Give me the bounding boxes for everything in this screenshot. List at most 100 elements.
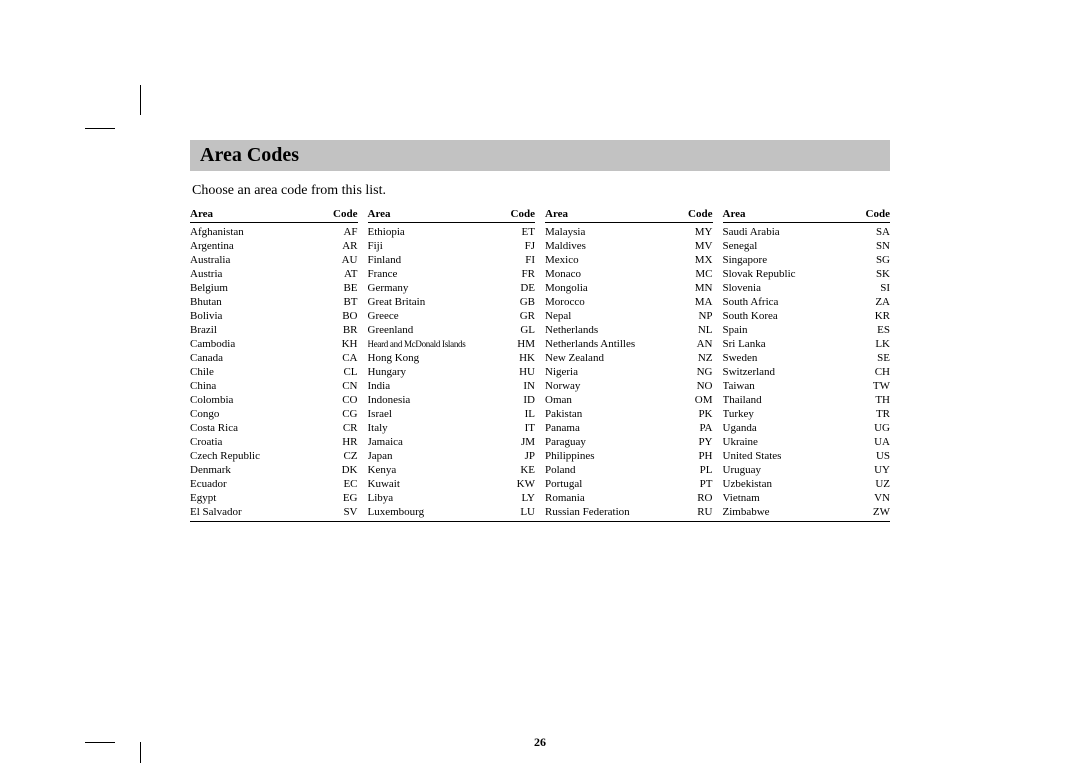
area-name: Turkey — [723, 407, 861, 421]
table-row: ThailandTH — [723, 393, 891, 407]
area-name: Finland — [368, 253, 506, 267]
area-name: Philippines — [545, 449, 683, 463]
area-code: SV — [328, 505, 358, 519]
area-code: BE — [328, 281, 358, 295]
area-name: Singapore — [723, 253, 861, 267]
table-row: Slovak RepublicSK — [723, 267, 891, 281]
area-name: Maldives — [545, 239, 683, 253]
area-name: Netherlands Antilles — [545, 337, 683, 351]
area-code: PL — [683, 463, 713, 477]
area-name: Pakistan — [545, 407, 683, 421]
area-name: Mongolia — [545, 281, 683, 295]
table-row: HungaryHU — [368, 365, 536, 379]
area-name: United States — [723, 449, 861, 463]
column-header: AreaCode — [190, 207, 358, 223]
area-name: Libya — [368, 491, 506, 505]
area-code: KH — [328, 337, 358, 351]
header-code: Code — [328, 207, 358, 221]
area-name: Bolivia — [190, 309, 328, 323]
area-code-table: AreaCodeAfghanistanAFArgentinaARAustrali… — [190, 207, 890, 522]
table-row: CroatiaHR — [190, 435, 358, 449]
table-row: United StatesUS — [723, 449, 891, 463]
table-row: NorwayNO — [545, 379, 713, 393]
area-code: ZW — [860, 505, 890, 519]
area-name: Costa Rica — [190, 421, 328, 435]
area-name: Saudi Arabia — [723, 225, 861, 239]
area-name: Poland — [545, 463, 683, 477]
area-code: AR — [328, 239, 358, 253]
table-row: AustraliaAU — [190, 253, 358, 267]
table-row: EgyptEG — [190, 491, 358, 505]
area-code: CL — [328, 365, 358, 379]
table-row: GreenlandGL — [368, 323, 536, 337]
area-name: Slovenia — [723, 281, 861, 295]
header-area: Area — [368, 207, 506, 221]
table-row: IndonesiaID — [368, 393, 536, 407]
area-name: France — [368, 267, 506, 281]
area-code: FR — [505, 267, 535, 281]
table-row: MexicoMX — [545, 253, 713, 267]
area-code-column: AreaCodeAfghanistanAFArgentinaARAustrali… — [190, 207, 358, 519]
table-row: SloveniaSI — [723, 281, 891, 295]
table-row: CambodiaKH — [190, 337, 358, 351]
area-name: Romania — [545, 491, 683, 505]
area-code: LY — [505, 491, 535, 505]
area-name: Austria — [190, 267, 328, 281]
table-row: Czech RepublicCZ — [190, 449, 358, 463]
area-name: Great Britain — [368, 295, 506, 309]
area-name: Heard and McDonald Islands — [368, 337, 506, 351]
area-code: SA — [860, 225, 890, 239]
page-number: 26 — [0, 735, 1080, 750]
table-row: LuxembourgLU — [368, 505, 536, 519]
area-name: Mexico — [545, 253, 683, 267]
area-code: GL — [505, 323, 535, 337]
area-code: TR — [860, 407, 890, 421]
table-row: CongoCG — [190, 407, 358, 421]
table-row: PolandPL — [545, 463, 713, 477]
area-name: Ukraine — [723, 435, 861, 449]
area-name: Japan — [368, 449, 506, 463]
table-row: DenmarkDK — [190, 463, 358, 477]
table-row: ZimbabweZW — [723, 505, 891, 519]
area-name: Germany — [368, 281, 506, 295]
table-row: CanadaCA — [190, 351, 358, 365]
table-row: FranceFR — [368, 267, 536, 281]
area-name: Russian Federation — [545, 505, 683, 519]
area-name: China — [190, 379, 328, 393]
area-name: Uzbekistan — [723, 477, 861, 491]
area-name: Sri Lanka — [723, 337, 861, 351]
area-code: AF — [328, 225, 358, 239]
column-header: AreaCode — [368, 207, 536, 223]
table-row: EcuadorEC — [190, 477, 358, 491]
area-name: Ecuador — [190, 477, 328, 491]
table-row: EthiopiaET — [368, 225, 536, 239]
area-code: NL — [683, 323, 713, 337]
area-code: PA — [683, 421, 713, 435]
crop-mark — [85, 128, 115, 129]
table-row: FinlandFI — [368, 253, 536, 267]
area-name: India — [368, 379, 506, 393]
area-name: Greenland — [368, 323, 506, 337]
area-name: Greece — [368, 309, 506, 323]
area-code: MV — [683, 239, 713, 253]
page-content: Area Codes Choose an area code from this… — [190, 140, 890, 522]
area-code: UA — [860, 435, 890, 449]
area-code: MA — [683, 295, 713, 309]
table-row: ArgentinaAR — [190, 239, 358, 253]
area-name: Bhutan — [190, 295, 328, 309]
area-code: JP — [505, 449, 535, 463]
area-name: Morocco — [545, 295, 683, 309]
area-code: MC — [683, 267, 713, 281]
table-row: BrazilBR — [190, 323, 358, 337]
area-name: Chile — [190, 365, 328, 379]
area-code: TW — [860, 379, 890, 393]
table-row: MaldivesMV — [545, 239, 713, 253]
table-row: ChinaCN — [190, 379, 358, 393]
area-code: RU — [683, 505, 713, 519]
table-row: PakistanPK — [545, 407, 713, 421]
area-name: Israel — [368, 407, 506, 421]
table-row: Hong KongHK — [368, 351, 536, 365]
area-name: Congo — [190, 407, 328, 421]
area-code: FJ — [505, 239, 535, 253]
table-row: FijiFJ — [368, 239, 536, 253]
